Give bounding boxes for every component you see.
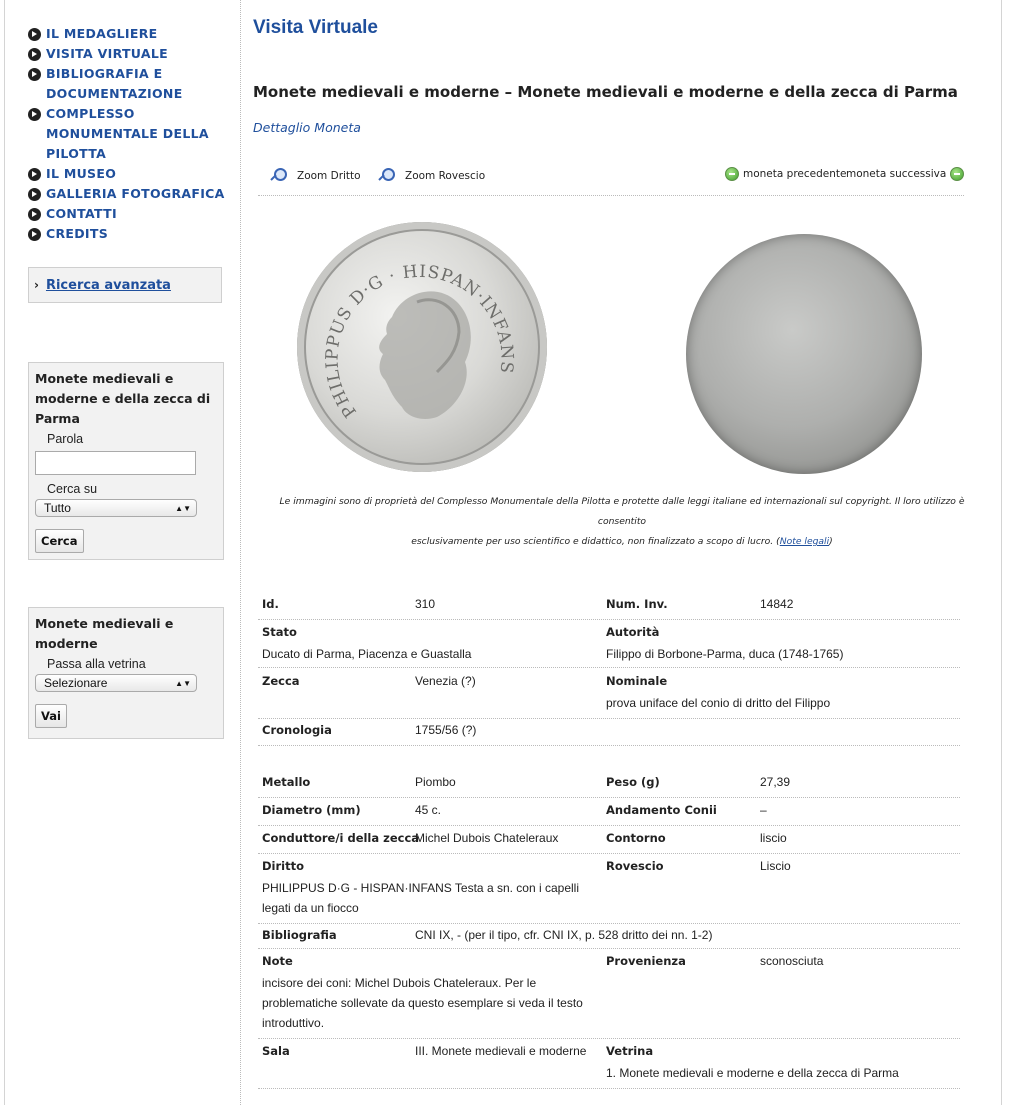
previous-icon xyxy=(725,167,739,181)
collection-search-form: Monete medievali e moderne e della zecca… xyxy=(28,362,224,560)
column-divider xyxy=(240,0,241,1105)
search-form-title: Monete medievali e moderne e della zecca… xyxy=(35,371,211,426)
nav-item-bibliografia[interactable]: BIBLIOGRAFIA E DOCUMENTAZIONE xyxy=(28,64,228,104)
nav-item-contatti[interactable]: CONTATTI xyxy=(28,204,228,224)
table-row: Note incisore dei coni: Michel Dubois Ch… xyxy=(258,949,960,1039)
arrow-circle-icon xyxy=(28,208,41,221)
copyright-notice: Le immagini sono di proprietà del Comple… xyxy=(279,496,965,547)
zoom-back-button[interactable]: Zoom Rovescio xyxy=(378,167,485,185)
go-button[interactable]: Vai xyxy=(35,704,67,728)
table-row: Cronologia 1755/56 (?) xyxy=(258,719,960,746)
select-arrows-icon: ▲▼ xyxy=(175,503,191,513)
sidebar-nav: IL MEDAGLIERE VISITA VIRTUALE BIBLIOGRAF… xyxy=(28,24,228,244)
showcase-select[interactable]: Selezionare ▲▼ xyxy=(35,674,197,692)
showcase-form: Monete medievali e moderne Passa alla ve… xyxy=(28,607,224,739)
arrow-circle-icon xyxy=(28,108,41,121)
arrow-circle-icon xyxy=(28,48,41,61)
nav-item-galleria[interactable]: GALLERIA FOTOGRAFICA xyxy=(28,184,228,204)
advanced-search-link[interactable]: Ricerca avanzata xyxy=(46,278,171,293)
chevron-right-icon: › xyxy=(34,278,39,292)
page-border-left xyxy=(4,0,5,1105)
arrow-circle-icon xyxy=(28,188,41,201)
search-in-select[interactable]: Tutto ▲▼ xyxy=(35,499,197,517)
nav-item-complesso[interactable]: COMPLESSO MONUMENTALE DELLA PILOTTA xyxy=(28,104,228,164)
page-border-right xyxy=(1001,0,1002,1105)
nav-item-credits[interactable]: CREDITS xyxy=(28,224,228,244)
arrow-circle-icon xyxy=(28,68,41,81)
coin-toolbar: Zoom Dritto Zoom Rovescio moneta precede… xyxy=(258,160,965,196)
showcase-form-title: Monete medievali e moderne xyxy=(35,616,174,651)
table-row: Bibliografia CNI IX, - (per il tipo, cfr… xyxy=(258,924,960,949)
nav-item-visita-virtuale[interactable]: VISITA VIRTUALE xyxy=(28,44,228,64)
arrow-circle-icon xyxy=(28,168,41,181)
table-row: Sala III. Monete medievali e moderne Vet… xyxy=(258,1039,960,1089)
next-icon xyxy=(950,167,965,181)
table-row: Zecca Venezia (?) Nominale prova uniface… xyxy=(258,668,960,719)
search-in-label: Cerca su xyxy=(47,482,98,496)
word-input[interactable] xyxy=(35,451,196,475)
arrow-circle-icon xyxy=(28,28,41,41)
zoom-front-button[interactable]: Zoom Dritto xyxy=(270,167,361,185)
coin-title: Monete medievali e moderne – Monete medi… xyxy=(253,83,958,101)
table-row: Conduttore/i della zecca Michel Dubois C… xyxy=(258,826,960,854)
showcase-label: Passa alla vetrina xyxy=(47,657,146,671)
word-label: Parola xyxy=(47,432,84,446)
coin-obverse-image[interactable]: PHILIPPUS D·G · HISPAN·INFANS xyxy=(297,222,547,472)
page-title: Visita Virtuale xyxy=(253,17,378,38)
advanced-search-box: › Ricerca avanzata xyxy=(28,267,222,303)
nav-item-museo[interactable]: IL MUSEO xyxy=(28,164,228,184)
prev-coin-link[interactable]: moneta precedente xyxy=(725,167,846,181)
table-row: Diritto PHILIPPUS D·G - HISPAN·INFANS Te… xyxy=(258,854,960,924)
arrow-circle-icon xyxy=(28,228,41,241)
legal-notes-link[interactable]: Note legali xyxy=(780,536,829,547)
search-button[interactable]: Cerca xyxy=(35,529,84,553)
table-row: Stato Ducato di Parma, Piacenza e Guasta… xyxy=(258,620,960,668)
table-row: Metallo Piombo Peso (g) 27,39 xyxy=(258,771,960,798)
table-row: Id. 310 Num. Inv. 14842 xyxy=(258,592,960,620)
magnifier-icon xyxy=(378,167,396,185)
table-row: Diametro (mm) 45 c. Andamento Conii – xyxy=(258,798,960,826)
coin-obverse-engraving: PHILIPPUS D·G · HISPAN·INFANS xyxy=(322,262,516,421)
select-arrows-icon: ▲▼ xyxy=(175,678,191,688)
coin-detail-link[interactable]: Dettaglio Moneta xyxy=(253,120,361,135)
magnifier-icon xyxy=(270,167,288,185)
coin-reverse-image[interactable] xyxy=(686,234,922,474)
nav-item-medagliere[interactable]: IL MEDAGLIERE xyxy=(28,24,228,44)
next-coin-link[interactable]: moneta successiva xyxy=(846,167,965,181)
